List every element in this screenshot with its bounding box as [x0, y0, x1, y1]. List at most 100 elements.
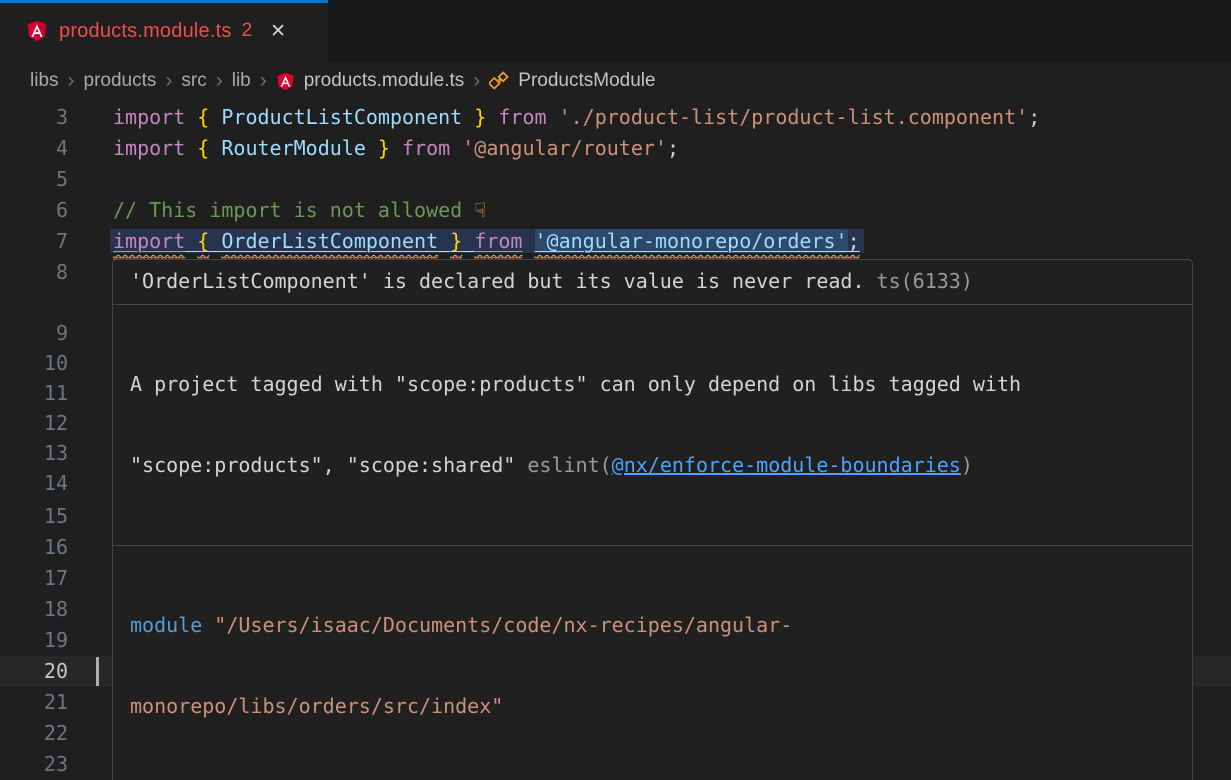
line-number-13: 13 — [0, 438, 68, 469]
import-specifier-link[interactable]: '@angular-monorepo/orders' — [535, 229, 848, 253]
line-number-11: 11 — [0, 378, 68, 409]
hover-eslint-diagnostic: A project tagged with "scope:products" c… — [113, 305, 1192, 545]
chevron-right-icon: › — [216, 70, 223, 91]
line-number-9: 9 — [0, 318, 68, 349]
line-number-17: 17 — [0, 563, 68, 594]
chevron-right-icon: › — [68, 70, 75, 91]
code-token: { — [197, 229, 209, 253]
tab-products-module[interactable]: products.module.ts 2 ✕ — [0, 0, 328, 62]
warning-squiggle-range: import { OrderListComponent } from '@ang… — [113, 229, 860, 253]
text-cursor — [96, 657, 99, 686]
breadcrumb-item-file[interactable]: products.module.ts — [304, 70, 465, 92]
module-path-line1: module "/Users/isaac/Documents/code/nx-r… — [130, 612, 1175, 639]
eslint-source-prefix: eslint( — [527, 453, 611, 477]
code-token — [450, 136, 462, 160]
code-token: { — [197, 136, 221, 160]
code-line-7[interactable]: 7 import { OrderListComponent } from '@an… — [0, 226, 1231, 257]
eslint-source-suffix: ) — [961, 453, 973, 477]
line-number-14: 14 — [0, 468, 68, 499]
code-line-text: import { OrderListComponent } from '@ang… — [113, 226, 864, 257]
code-token — [462, 229, 474, 253]
line-number-7: 7 — [0, 226, 68, 257]
code-token: from — [402, 136, 450, 160]
code-token: } — [462, 105, 486, 129]
eslint-message-line2-text: "scope:products", "scope:shared" — [130, 453, 527, 477]
module-path-text: "/Users/isaac/Documents/code/nx-recipes/… — [202, 613, 792, 637]
code-token: OrderListComponent — [221, 229, 438, 253]
code-token — [209, 229, 221, 253]
code-line-6[interactable]: 6 // This import is not allowed ☟ — [0, 195, 1231, 226]
code-token: import — [113, 136, 197, 160]
code-line-5[interactable]: 5 — [0, 164, 1231, 195]
code-token: ; — [1028, 105, 1040, 129]
chevron-right-icon: › — [165, 70, 172, 91]
code-line-text: import { ProductListComponent } from './… — [113, 102, 1040, 133]
code-line-text: import { RouterModule } from '@angular/r… — [113, 133, 679, 164]
module-path-line2: monorepo/libs/orders/src/index" — [130, 693, 1175, 720]
code-token: RouterModule — [221, 136, 366, 160]
angular-icon — [26, 20, 48, 42]
eslint-message-line1: A project tagged with "scope:products" c… — [130, 371, 1175, 398]
breadcrumb-item-lib[interactable]: lib — [232, 70, 251, 92]
line-number-3: 3 — [0, 102, 68, 133]
code-token: ; — [667, 136, 679, 160]
tab-bar: products.module.ts 2 ✕ — [0, 0, 1231, 62]
chevron-right-icon: › — [260, 70, 267, 91]
line-number-12: 12 — [0, 408, 68, 439]
code-token — [390, 136, 402, 160]
code-token: import — [113, 229, 185, 253]
code-token: import — [113, 105, 197, 129]
line-number-6: 6 — [0, 195, 68, 226]
code-token — [522, 229, 534, 253]
hover-ts-diagnostic: 'OrderListComponent' is declared but its… — [113, 260, 1192, 304]
code-line-4[interactable]: 4 import { RouterModule } from '@angular/… — [0, 133, 1231, 164]
line-number-10: 10 — [0, 348, 68, 379]
code-token: './product-list/product-list.component' — [559, 105, 1029, 129]
code-line-3[interactable]: 3 import { ProductListComponent } from '.… — [0, 102, 1231, 133]
code-editor[interactable]: 'OrderListComponent' is declared but its… — [0, 100, 1231, 780]
code-token — [547, 105, 559, 129]
hover-module-info: module "/Users/isaac/Documents/code/nx-r… — [113, 546, 1192, 780]
code-token: // This import is not allowed — [113, 198, 474, 222]
line-number-20: 20 — [0, 656, 68, 687]
code-token: '@angular/router' — [462, 136, 667, 160]
line-number-5: 5 — [0, 164, 68, 195]
diagnostic-hover-popup: 'OrderListComponent' is declared but its… — [112, 259, 1193, 780]
breadcrumb-item-symbol[interactable]: ProductsModule — [518, 70, 655, 92]
eslint-message-line2: "scope:products", "scope:shared" eslint(… — [130, 452, 1175, 479]
vscode-window: products.module.ts 2 ✕ libs › products › src… — [0, 0, 1231, 780]
breadcrumb-item-products[interactable]: products — [84, 70, 157, 92]
code-token: from — [498, 105, 546, 129]
breadcrumb-item-src[interactable]: src — [181, 70, 206, 92]
code-token: } — [450, 229, 462, 253]
breadcrumb-item-libs[interactable]: libs — [30, 70, 59, 92]
code-token — [438, 229, 450, 253]
code-token: from — [474, 229, 522, 253]
code-token — [185, 229, 197, 253]
eslint-rule-link[interactable]: @nx/enforce-module-boundaries — [612, 453, 961, 477]
line-number-22: 22 — [0, 718, 68, 749]
line-number-8: 8 — [0, 257, 68, 288]
module-keyword: module — [130, 613, 202, 637]
error-squiggle-range: import { OrderListComponent } from '@ang… — [110, 229, 864, 253]
code-token: ProductListComponent — [221, 105, 462, 129]
code-line-text: // This import is not allowed ☟ — [113, 195, 486, 226]
code-token: } — [366, 136, 390, 160]
ts-diagnostic-text: 'OrderListComponent' is declared but its… — [130, 269, 865, 293]
ts-diagnostic-source: ts(6133) — [865, 269, 973, 293]
breadcrumb: libs › products › src › lib › products.module.ts… — [0, 62, 1231, 100]
code-token: ; — [848, 229, 860, 253]
line-number-4: 4 — [0, 133, 68, 164]
active-tab-indicator — [0, 0, 328, 3]
line-number-21: 21 — [0, 687, 68, 718]
angular-icon — [276, 72, 295, 91]
code-token: { — [197, 105, 221, 129]
code-token: ☟ — [474, 198, 486, 222]
line-number-19: 19 — [0, 625, 68, 656]
symbol-class-icon — [489, 71, 509, 91]
code-token — [486, 105, 498, 129]
line-number-16: 16 — [0, 532, 68, 563]
close-icon[interactable]: ✕ — [270, 20, 286, 43]
line-number-15: 15 — [0, 501, 68, 532]
line-number-18: 18 — [0, 594, 68, 625]
